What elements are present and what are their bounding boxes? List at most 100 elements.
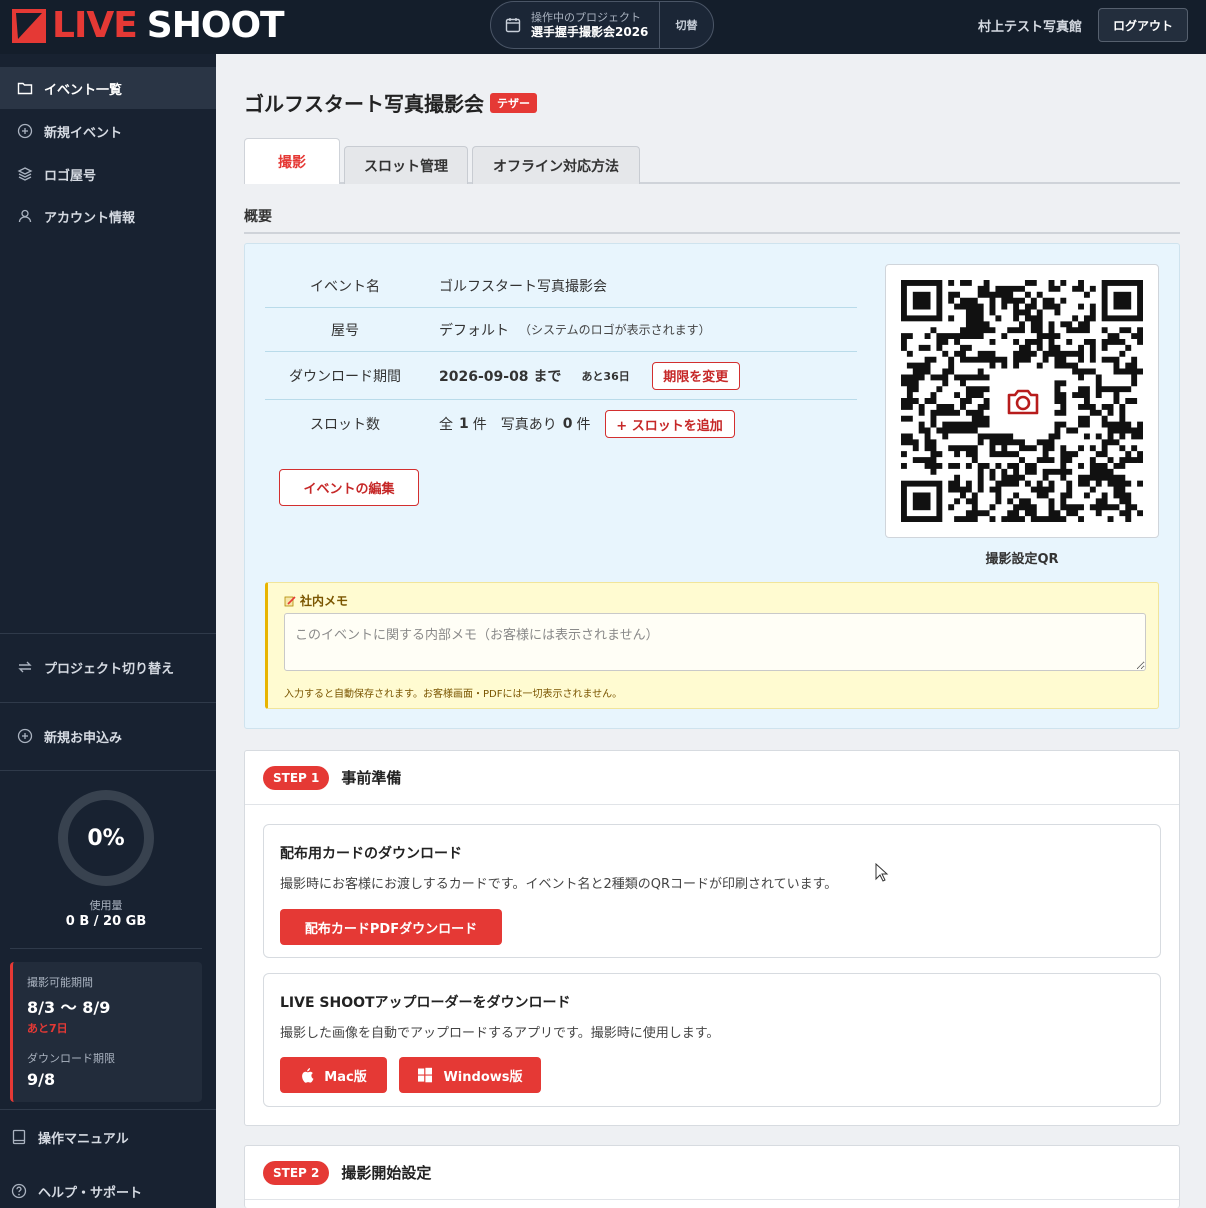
download-period-label: ダウンロード期間 bbox=[289, 368, 401, 385]
sidebar-divider bbox=[0, 1109, 216, 1110]
usage-label: 使用量 bbox=[89, 899, 123, 912]
project-selector[interactable]: 操作中のプロジェクト 選手握手撮影会2026 切替 bbox=[490, 1, 714, 49]
brand-value-wrap: デフォルト （システムのロゴが表示されます） bbox=[439, 320, 711, 340]
tab-offline[interactable]: オフライン対応方法 bbox=[472, 146, 640, 184]
windows-download-button[interactable]: Windows版 bbox=[399, 1057, 541, 1093]
swap-icon bbox=[16, 658, 34, 676]
slots-label: スロット数 bbox=[310, 417, 380, 433]
event-name-label: イベント名 bbox=[310, 278, 380, 295]
studio-name: 村上テスト写真館 bbox=[978, 20, 1083, 35]
book-icon bbox=[10, 1128, 28, 1146]
project-info: 操作中のプロジェクト 選手握手撮影会2026 bbox=[531, 10, 648, 40]
logo-live-text: LIVE bbox=[52, 5, 138, 46]
event-name-value: ゴルフスタート写真撮影会 bbox=[439, 278, 607, 295]
row-event-name: イベント名 ゴルフスタート写真撮影会 bbox=[265, 264, 857, 308]
sidebar-item-label: アカウント情報 bbox=[44, 210, 136, 226]
windows-download-label: Windows版 bbox=[443, 1069, 523, 1085]
overview-heading: 概要 bbox=[244, 206, 1180, 234]
shoot-period-label: 撮影可能期間 bbox=[27, 976, 93, 989]
edit-event-button[interactable]: イベントの編集 bbox=[279, 469, 419, 506]
sidebar-item-manual[interactable]: 操作マニュアル bbox=[0, 1116, 216, 1158]
period-card: 撮影可能期間 8/3 〜 8/9 あと7日 ダウンロード期限 9/8 bbox=[10, 962, 202, 1102]
sidebar-item-events[interactable]: イベント一覧 bbox=[0, 67, 216, 109]
sidebar-item-project-switch[interactable]: プロジェクト切り替え bbox=[0, 646, 216, 688]
step1-header: STEP 1 事前準備 bbox=[245, 751, 1179, 805]
event-title: ゴルフスタート写真撮影会 bbox=[244, 92, 484, 116]
logo-shoot-text: SHOOT bbox=[146, 5, 285, 46]
slots-photo: 0 bbox=[562, 416, 573, 432]
sidebar-item-logo[interactable]: ロゴ屋号 bbox=[0, 153, 216, 195]
memo-title: 社内メモ bbox=[284, 592, 348, 609]
overview-panel: イベント名 ゴルフスタート写真撮影会 屋号 デフォルト （システムのロゴが表示さ… bbox=[244, 243, 1180, 729]
usage-ring: 0% bbox=[58, 790, 154, 886]
sidebar-item-new-application[interactable]: 新規お申込み bbox=[0, 715, 216, 757]
project-switch-button[interactable]: 切替 bbox=[659, 2, 713, 48]
calendar-icon bbox=[505, 18, 521, 33]
sidebar-item-new-event[interactable]: 新規イベント bbox=[0, 110, 216, 152]
plus-circle-icon bbox=[16, 122, 34, 140]
top-header: LIVE SHOOT 操作中のプロジェクト 選手握手撮影会2026 切替 村上テ… bbox=[0, 0, 1206, 54]
shoot-period-value: 8/3 〜 8/9 bbox=[27, 998, 111, 1017]
step2-header: STEP 2 撮影開始設定 bbox=[245, 1146, 1179, 1200]
logout-button[interactable]: ログアウト bbox=[1098, 8, 1188, 42]
tab-bar: 撮影 スロット管理 オフライン対応方法 bbox=[244, 138, 1180, 184]
brand-label: 屋号 bbox=[331, 322, 359, 339]
slots-photo-prefix: 写真あり bbox=[500, 417, 557, 433]
project-label: 操作中のプロジェクト bbox=[531, 11, 641, 24]
row-download-period: ダウンロード期間 2026-09-08 まで あと36日 期限を変更 bbox=[265, 352, 857, 400]
logo-mark-icon bbox=[12, 9, 46, 43]
user-icon bbox=[16, 207, 34, 225]
windows-icon bbox=[418, 1067, 433, 1083]
step1-card: STEP 1 事前準備 配布用カードのダウンロード 撮影時にお客様にお渡しするカ… bbox=[244, 750, 1180, 1126]
slots-total-suffix: 件 bbox=[472, 417, 487, 433]
sidebar-item-label: ロゴ屋号 bbox=[44, 168, 97, 184]
sidebar-item-label: 新規お申込み bbox=[44, 730, 123, 746]
mac-download-button[interactable]: Mac版 bbox=[280, 1057, 387, 1093]
tab-slot-management[interactable]: スロット管理 bbox=[344, 146, 468, 184]
main-content: ゴルフスタート写真撮影会 テザー 撮影 スロット管理 オフライン対応方法 概要 … bbox=[216, 54, 1206, 1208]
download-remaining: あと36日 bbox=[581, 369, 630, 383]
slots-total: 1 bbox=[459, 416, 469, 432]
sidebar: イベント一覧 新規イベント ロゴ屋号 アカウント情報 プロジェクト切り替え 新規… bbox=[0, 54, 216, 1208]
step1-title: 事前準備 bbox=[341, 769, 402, 787]
step2-pill: STEP 2 bbox=[263, 1160, 330, 1185]
usage-value: 0 B / 20 GB bbox=[65, 914, 147, 929]
sidebar-item-label: プロジェクト切り替え bbox=[44, 661, 175, 677]
card-download-card: 配布用カードのダウンロード 撮影時にお客様にお渡しするカードです。イベント名と2… bbox=[263, 824, 1161, 958]
layers-icon bbox=[16, 165, 34, 183]
slots-value-wrap: 全 1 件 写真あり 0 件 + スロットを追加 bbox=[439, 410, 735, 438]
card-uploader-download: LIVE SHOOTアップローダーをダウンロード 撮影した画像を自動でアップロー… bbox=[263, 973, 1161, 1107]
sidebar-item-label: ヘルプ・サポート bbox=[38, 1185, 143, 1201]
usage-percent: 0% bbox=[87, 825, 125, 851]
app-logo[interactable]: LIVE SHOOT bbox=[12, 5, 285, 46]
tab-shoot[interactable]: 撮影 bbox=[244, 138, 340, 184]
memo-textarea[interactable] bbox=[284, 613, 1146, 671]
slots-total-prefix: 全 bbox=[439, 417, 453, 433]
sidebar-item-account[interactable]: アカウント情報 bbox=[0, 195, 216, 237]
sidebar-item-help[interactable]: ヘルプ・サポート bbox=[0, 1170, 216, 1208]
internal-memo: 社内メモ 入力すると自動保存されます。お客様画面・PDFには一切表示されません。 bbox=[265, 582, 1159, 709]
step1-pill: STEP 1 bbox=[263, 765, 330, 790]
mouse-cursor-icon bbox=[875, 863, 889, 882]
mac-download-label: Mac版 bbox=[324, 1069, 367, 1085]
apple-icon bbox=[302, 1068, 314, 1083]
memo-title-text: 社内メモ bbox=[300, 594, 349, 608]
folder-icon bbox=[16, 79, 34, 97]
row-brand: 屋号 デフォルト （システムのロゴが表示されます） bbox=[265, 308, 857, 352]
sidebar-divider bbox=[0, 770, 216, 771]
sidebar-divider bbox=[0, 702, 216, 703]
card2-title: LIVE SHOOTアップローダーをダウンロード bbox=[280, 995, 571, 1011]
download-limit-label: ダウンロード期限 bbox=[27, 1052, 115, 1065]
change-deadline-button[interactable]: 期限を変更 bbox=[651, 361, 740, 390]
card2-desc: 撮影した画像を自動でアップロードするアプリです。撮影時に使用します。 bbox=[280, 1026, 720, 1041]
slots-photo-suffix: 件 bbox=[576, 417, 591, 433]
add-slot-button[interactable]: + スロットを追加 bbox=[604, 410, 735, 438]
card1-desc: 撮影時にお客様にお渡しするカードです。イベント名と2種類のQRコードが印刷されて… bbox=[280, 877, 838, 892]
sidebar-item-label: イベント一覧 bbox=[44, 82, 123, 98]
step2-card: STEP 2 撮影開始設定 bbox=[244, 1145, 1180, 1208]
brand-note: （システムのロゴが表示されます） bbox=[519, 323, 711, 337]
card-pdf-download-button[interactable]: 配布カードPDFダウンロード bbox=[280, 909, 502, 945]
qr-label: 撮影設定QR bbox=[985, 552, 1059, 567]
memo-hint: 入力すると自動保存されます。お客様画面・PDFには一切表示されません。 bbox=[284, 689, 623, 700]
camera-icon bbox=[996, 375, 1050, 429]
